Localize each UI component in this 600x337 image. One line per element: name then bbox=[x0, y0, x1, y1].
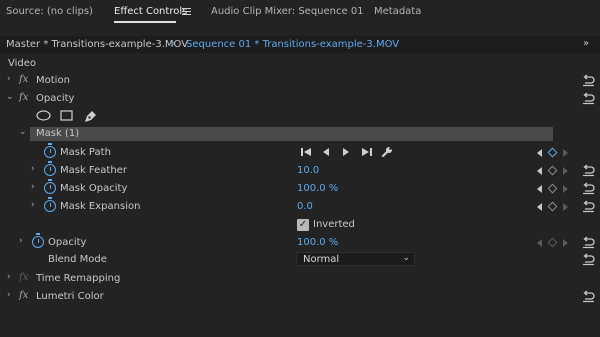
keyframe-navigator bbox=[537, 201, 573, 212]
effect-row-motion[interactable]: › fx Motion bbox=[0, 72, 600, 90]
reset-icon[interactable] bbox=[581, 236, 595, 249]
effect-label: Motion bbox=[36, 75, 70, 86]
rectangle-mask-icon[interactable] bbox=[60, 110, 73, 121]
previous-keyframe-icon[interactable] bbox=[537, 167, 542, 175]
ellipse-mask-icon[interactable] bbox=[36, 110, 51, 121]
tab-source[interactable]: Source: (no clips) bbox=[6, 6, 93, 17]
stopwatch-icon[interactable] bbox=[44, 161, 56, 176]
track-forward-one-frame-icon[interactable] bbox=[361, 147, 373, 157]
reset-icon[interactable] bbox=[581, 290, 595, 303]
add-keyframe-icon[interactable] bbox=[547, 165, 558, 176]
add-keyframe-icon[interactable] bbox=[547, 201, 558, 212]
stopwatch-icon[interactable] bbox=[44, 179, 56, 194]
twirl-closed-icon[interactable]: › bbox=[7, 290, 11, 300]
param-label: Mask Path bbox=[60, 147, 111, 158]
add-keyframe-icon[interactable] bbox=[547, 183, 558, 194]
inverted-checkbox[interactable]: ✓ bbox=[297, 219, 309, 231]
tab-audio-clip-mixer[interactable]: Audio Clip Mixer: Sequence 01 bbox=[211, 6, 364, 17]
reset-icon[interactable] bbox=[581, 164, 595, 177]
param-label: Blend Mode bbox=[48, 254, 107, 265]
section-title: Video bbox=[8, 58, 37, 69]
next-keyframe-icon[interactable] bbox=[563, 149, 568, 157]
previous-keyframe-icon[interactable] bbox=[537, 149, 542, 157]
twirl-closed-icon[interactable]: › bbox=[31, 164, 35, 174]
twirl-closed-icon[interactable]: › bbox=[7, 74, 11, 84]
previous-keyframe-icon[interactable] bbox=[537, 239, 542, 247]
tab-metadata[interactable]: Metadata bbox=[374, 6, 421, 17]
param-row-mask-path: Mask Path bbox=[0, 143, 600, 162]
twirl-open-icon[interactable]: ⌄ bbox=[6, 92, 14, 102]
master-clip-label[interactable]: Master * Transitions-example-3.MOV bbox=[6, 39, 188, 50]
reset-icon[interactable] bbox=[581, 74, 595, 87]
chevron-down-icon: ⌄ bbox=[402, 253, 410, 263]
keyframe-navigator bbox=[537, 183, 573, 194]
add-keyframe-icon[interactable] bbox=[547, 237, 558, 248]
twirl-closed-icon[interactable]: › bbox=[31, 200, 35, 210]
blend-mode-select[interactable]: Normal ⌄ bbox=[296, 252, 415, 266]
twirl-open-icon[interactable]: ⌄ bbox=[19, 127, 27, 137]
fx-icon[interactable]: fx bbox=[19, 74, 28, 85]
stopwatch-icon[interactable] bbox=[44, 143, 56, 158]
param-label: Opacity bbox=[48, 237, 87, 248]
inverted-label: Inverted bbox=[313, 219, 355, 230]
stopwatch-icon[interactable] bbox=[32, 233, 44, 248]
fx-icon[interactable]: fx bbox=[19, 290, 28, 301]
tab-effect-controls[interactable]: Effect Controls bbox=[114, 6, 187, 17]
stopwatch-icon[interactable] bbox=[44, 197, 56, 212]
opacity-value[interactable]: 100.0 % bbox=[297, 237, 338, 248]
next-keyframe-icon[interactable] bbox=[563, 239, 568, 247]
track-forward-icon[interactable] bbox=[341, 147, 351, 157]
twirl-closed-icon[interactable]: › bbox=[31, 182, 35, 192]
param-label: Mask Opacity bbox=[60, 183, 128, 194]
param-row-opacity: › Opacity 100.0 % bbox=[0, 233, 600, 252]
next-keyframe-icon[interactable] bbox=[563, 185, 568, 193]
pen-mask-icon[interactable] bbox=[83, 110, 97, 123]
param-row-mask-feather: › Mask Feather 10.0 bbox=[0, 161, 600, 180]
next-keyframe-icon[interactable] bbox=[563, 167, 568, 175]
twirl-closed-icon[interactable]: › bbox=[19, 236, 23, 246]
add-keyframe-icon[interactable] bbox=[547, 147, 558, 158]
mask-label: Mask (1) bbox=[36, 128, 80, 139]
video-section-header: Video bbox=[0, 55, 600, 73]
next-keyframe-icon[interactable] bbox=[563, 203, 568, 211]
panel-menu-icon[interactable] bbox=[182, 8, 191, 15]
mask-opacity-value[interactable]: 100.0 % bbox=[297, 183, 338, 194]
chevron-right-icon: › bbox=[172, 39, 176, 49]
effect-label: Opacity bbox=[36, 93, 75, 104]
collapse-panel-icon[interactable]: » bbox=[583, 38, 589, 49]
keyframe-navigator bbox=[537, 165, 573, 176]
mask-expansion-value[interactable]: 0.0 bbox=[297, 201, 313, 212]
reset-icon[interactable] bbox=[581, 200, 595, 213]
fx-icon[interactable]: fx bbox=[19, 92, 28, 103]
param-row-mask-opacity: › Mask Opacity 100.0 % bbox=[0, 179, 600, 198]
blend-mode-value: Normal bbox=[303, 254, 340, 265]
reset-icon[interactable] bbox=[581, 253, 595, 266]
param-row-mask-expansion: › Mask Expansion 0.0 bbox=[0, 197, 600, 216]
effect-row-time-remapping[interactable]: › fx Time Remapping bbox=[0, 270, 600, 288]
param-label: Mask Feather bbox=[60, 165, 127, 176]
clip-source-bar: Master * Transitions-example-3.MOV › Seq… bbox=[0, 36, 600, 53]
keyframe-navigator bbox=[537, 237, 573, 248]
effect-row-lumetri-color[interactable]: › fx Lumetri Color bbox=[0, 288, 600, 306]
reset-icon[interactable] bbox=[581, 182, 595, 195]
track-backward-one-frame-icon[interactable] bbox=[300, 147, 312, 157]
effect-label: Lumetri Color bbox=[36, 291, 104, 302]
param-label: Mask Expansion bbox=[60, 201, 141, 212]
twirl-closed-icon[interactable]: › bbox=[7, 272, 11, 282]
effect-label: Time Remapping bbox=[36, 273, 121, 284]
previous-keyframe-icon[interactable] bbox=[537, 203, 542, 211]
effect-row-opacity[interactable]: ⌄ fx Opacity bbox=[0, 90, 600, 108]
wrench-icon[interactable] bbox=[381, 146, 393, 158]
fx-icon: fx bbox=[19, 272, 29, 283]
reset-icon[interactable] bbox=[581, 92, 595, 105]
active-tab-underline bbox=[114, 21, 176, 23]
panel-tab-bar: Source: (no clips) Effect Controls Audio… bbox=[0, 0, 600, 26]
track-backward-icon[interactable] bbox=[321, 147, 331, 157]
mask-row[interactable]: ⌄ Mask (1) bbox=[19, 127, 553, 141]
mask-feather-value[interactable]: 10.0 bbox=[297, 165, 319, 176]
sequence-clip-label[interactable]: Sequence 01 * Transitions-example-3.MOV bbox=[186, 39, 399, 50]
previous-keyframe-icon[interactable] bbox=[537, 185, 542, 193]
keyframe-navigator bbox=[537, 147, 573, 158]
